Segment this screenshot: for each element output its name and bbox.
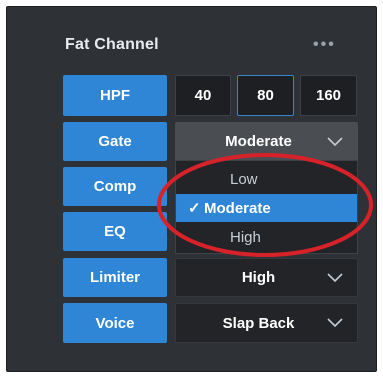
- gate-dropdown-menu: Low ✓ Moderate High: [175, 160, 358, 254]
- chevron-down-icon: [327, 136, 343, 146]
- limiter-select[interactable]: High: [175, 258, 358, 297]
- dropdown-option-label: High: [230, 228, 261, 246]
- eq-button[interactable]: EQ: [63, 212, 167, 251]
- voice-select[interactable]: Slap Back: [175, 303, 358, 343]
- dropdown-option-label: Low: [230, 170, 258, 188]
- hpf-button[interactable]: HPF: [63, 75, 167, 116]
- hpf-option-80[interactable]: 80: [237, 75, 294, 116]
- comp-button[interactable]: Comp: [63, 167, 167, 206]
- limiter-select-value: High: [241, 269, 276, 286]
- gate-select-value: Moderate: [225, 133, 292, 150]
- limiter-button[interactable]: Limiter: [63, 258, 167, 297]
- hpf-option-40[interactable]: 40: [175, 75, 231, 116]
- chevron-down-icon: [327, 272, 343, 282]
- dropdown-option-moderate[interactable]: ✓ Moderate: [176, 194, 357, 222]
- panel-title: Fat Channel: [65, 36, 159, 53]
- check-icon: ✓: [188, 200, 201, 217]
- gate-button[interactable]: Gate: [63, 122, 167, 161]
- more-options-icon[interactable]: •••: [313, 36, 336, 54]
- gate-select[interactable]: Moderate: [175, 122, 358, 161]
- dropdown-option-label: Moderate: [204, 199, 271, 217]
- voice-select-value: Slap Back: [222, 314, 295, 332]
- chevron-down-icon: [327, 318, 343, 328]
- dropdown-option-high[interactable]: High: [176, 223, 357, 251]
- dropdown-option-low[interactable]: Low: [176, 165, 357, 193]
- voice-button[interactable]: Voice: [63, 303, 167, 343]
- hpf-option-160[interactable]: 160: [300, 75, 357, 116]
